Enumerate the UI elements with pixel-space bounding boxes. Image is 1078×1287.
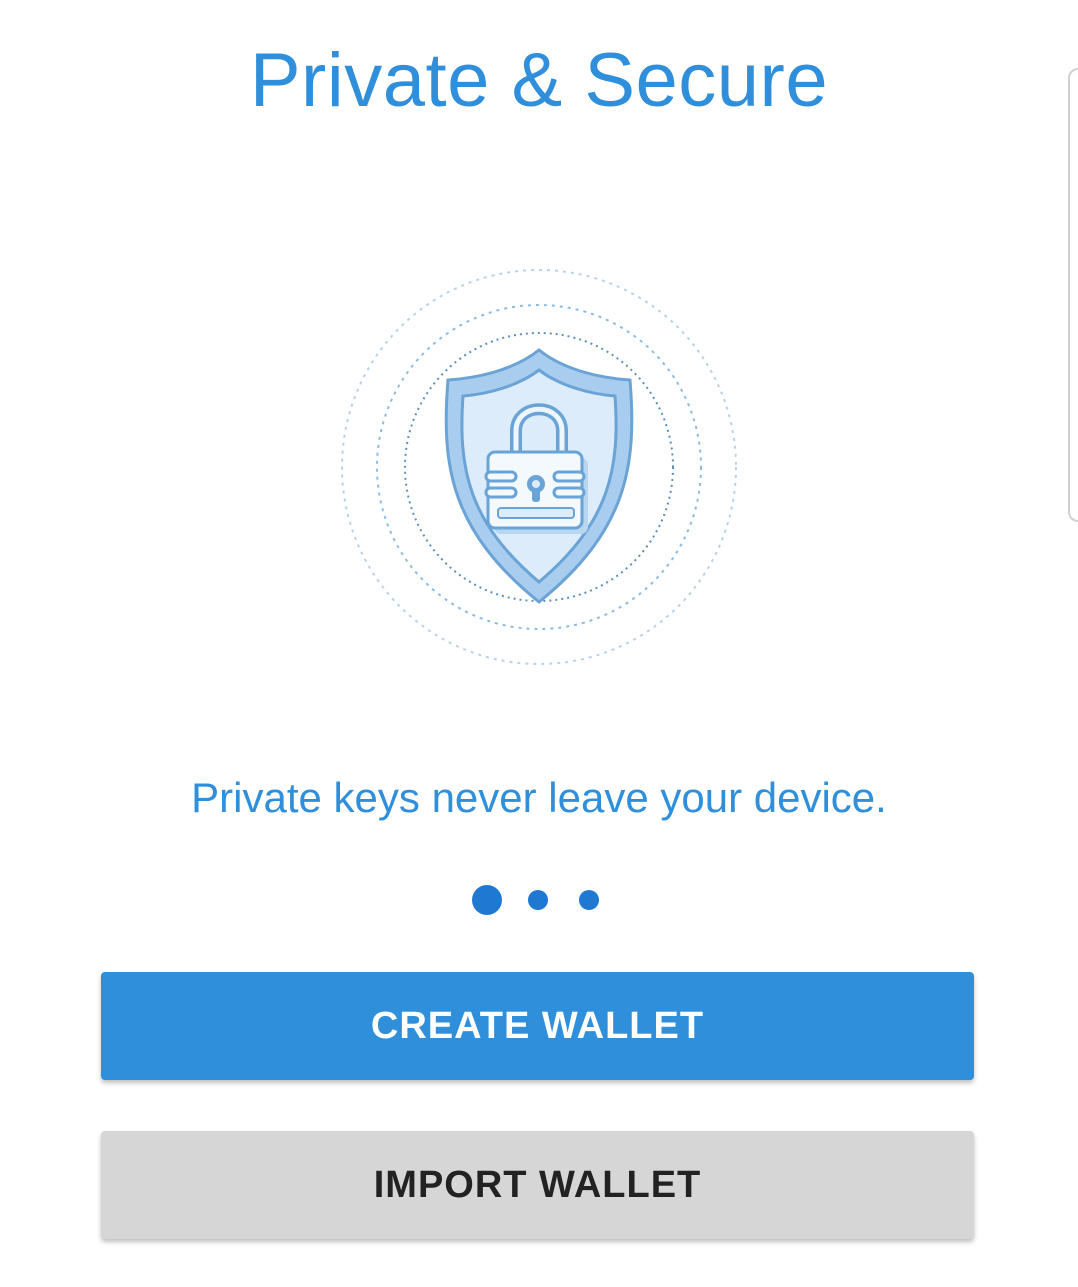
import-wallet-button[interactable]: IMPORT WALLET	[101, 1131, 974, 1239]
edge-panel-handle[interactable]	[1068, 68, 1078, 522]
create-wallet-button[interactable]: CREATE WALLET	[101, 972, 974, 1080]
shield-lock-icon	[341, 269, 737, 665]
page-indicator-dot-active[interactable]	[472, 885, 502, 915]
page-indicator	[0, 884, 1078, 916]
page-indicator-dot[interactable]	[528, 890, 548, 910]
page-title: Private & Secure	[249, 38, 829, 123]
page-indicator-dot[interactable]	[579, 890, 599, 910]
onboarding-tagline: Private keys never leave your device.	[191, 774, 887, 821]
shield-lock-illustration	[338, 266, 740, 668]
